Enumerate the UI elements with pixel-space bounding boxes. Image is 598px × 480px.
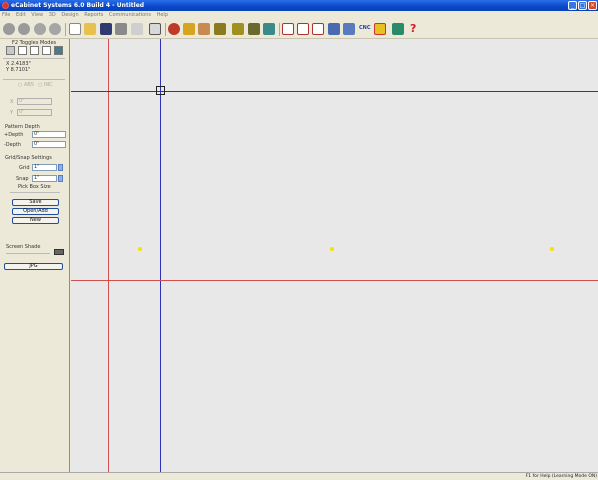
monitor-icon[interactable] (392, 23, 404, 35)
snap-spinner[interactable] (58, 175, 63, 182)
cabinet-group-icon[interactable] (232, 23, 244, 35)
screen-shade-slider[interactable] (6, 253, 50, 254)
export-icon[interactable] (328, 23, 340, 35)
material-icon[interactable] (168, 23, 180, 35)
depth-minus-label: -Depth (4, 142, 22, 148)
menu-bar: File Edit View 3D Design Reports Communi… (0, 11, 598, 20)
coordinate-y-readout: Y 8.7101" (6, 67, 31, 73)
cabinet-icon[interactable] (214, 23, 226, 35)
help-icon[interactable]: ? (410, 22, 416, 35)
status-bar: F1 for Help (Learning Mode ON) (0, 472, 598, 480)
menu-reports[interactable]: Reports (82, 11, 105, 20)
grid-spinner[interactable] (58, 164, 63, 171)
y-label: Y (10, 110, 14, 116)
depth-plus-field[interactable]: 0" (32, 131, 66, 138)
y-field[interactable]: 0" (17, 109, 52, 116)
mode-rectangle-icon[interactable] (18, 46, 27, 55)
minimize-button[interactable]: _ (568, 1, 577, 10)
blue-horizontal-guide (71, 91, 598, 92)
cnc-icon[interactable]: CNC (359, 25, 371, 31)
toolbar: CNC ? (0, 20, 598, 39)
window-title: eCabinet Systems 6.0 Build 4 - Untitled (11, 2, 145, 9)
abs-label: ABS (23, 82, 34, 88)
blue-vertical-guide (160, 39, 161, 472)
report-edit-icon[interactable] (297, 23, 309, 35)
grid-point (138, 247, 142, 251)
x-label: X (10, 99, 14, 105)
x-field[interactable]: 0" (17, 98, 52, 105)
save-icon[interactable] (100, 23, 112, 35)
grid-label: Grid (19, 165, 30, 171)
save-button[interactable]: Save (12, 199, 59, 206)
cutlist-icon[interactable] (374, 23, 386, 35)
red-horizontal-guide (71, 280, 598, 281)
open-icon[interactable] (84, 23, 96, 35)
cabinet-stack-icon[interactable] (248, 23, 260, 35)
inc-label: INC (43, 82, 53, 88)
grid-field[interactable]: 1" (32, 164, 57, 171)
mode-frame-icon[interactable] (30, 46, 39, 55)
parts-icon[interactable] (183, 23, 195, 35)
mode-select-icon[interactable] (6, 46, 15, 55)
red-vertical-guide (108, 39, 109, 472)
edit-icon[interactable] (198, 23, 210, 35)
cursor-pick-box (156, 86, 165, 95)
app-icon (2, 2, 9, 9)
inc-radio[interactable]: ○ INC (38, 82, 53, 88)
zoom-out-icon[interactable] (34, 23, 46, 35)
pick-box-label: Pick Box Size (18, 184, 51, 190)
undo-icon[interactable] (131, 23, 143, 35)
mode-view-icon[interactable] (54, 46, 63, 55)
snap-label: Snap (16, 176, 29, 182)
menu-3d[interactable]: 3D (47, 11, 58, 20)
menu-communications[interactable]: Communications (107, 11, 153, 20)
forward-icon[interactable] (18, 23, 30, 35)
depth-minus-field[interactable]: 0" (32, 141, 66, 148)
screen-shade-swatch (54, 249, 64, 255)
grid-snap-label: Grid/Snap Settings (5, 155, 52, 161)
new-button[interactable]: New (12, 217, 59, 224)
menu-help[interactable]: Help (155, 11, 170, 20)
mode-rotate-icon[interactable] (42, 46, 51, 55)
pattern-depth-label: Pattern Depth (5, 124, 40, 130)
zoom-in-icon[interactable] (49, 23, 61, 35)
maximize-button[interactable]: □ (578, 1, 587, 10)
left-panel: F2 Toggles Modes X 2.4183" Y 8.7101" ○ A… (0, 39, 70, 472)
pattern-icon[interactable] (263, 23, 275, 35)
abs-radio[interactable]: ○ ABS (18, 82, 34, 88)
print-icon[interactable] (115, 23, 127, 35)
status-text: F1 for Help (Learning Mode ON) (525, 474, 597, 479)
menu-edit[interactable]: Edit (14, 11, 28, 20)
grid-point (550, 247, 554, 251)
screen-shade-label: Screen Shade (6, 244, 41, 250)
close-button[interactable]: × (588, 1, 597, 10)
pick-box-slider[interactable] (10, 192, 60, 193)
report-copy-icon[interactable] (312, 23, 324, 35)
drawing-canvas[interactable] (71, 39, 598, 472)
depth-plus-label: +Depth (4, 132, 24, 138)
report-icon[interactable] (282, 23, 294, 35)
open-add-button[interactable]: Open/Add (12, 208, 59, 215)
menu-design[interactable]: Design (59, 11, 80, 20)
menu-file[interactable]: File (0, 11, 12, 20)
import-icon[interactable] (343, 23, 355, 35)
snap-field[interactable]: 1" (32, 175, 57, 182)
properties-icon[interactable] (149, 23, 161, 35)
menu-view[interactable]: View (29, 11, 45, 20)
grid-point (330, 247, 334, 251)
back-icon[interactable] (3, 23, 15, 35)
new-icon[interactable] (69, 23, 81, 35)
jpg-button[interactable]: JPG (4, 263, 63, 270)
title-bar: eCabinet Systems 6.0 Build 4 - Untitled … (0, 0, 598, 11)
